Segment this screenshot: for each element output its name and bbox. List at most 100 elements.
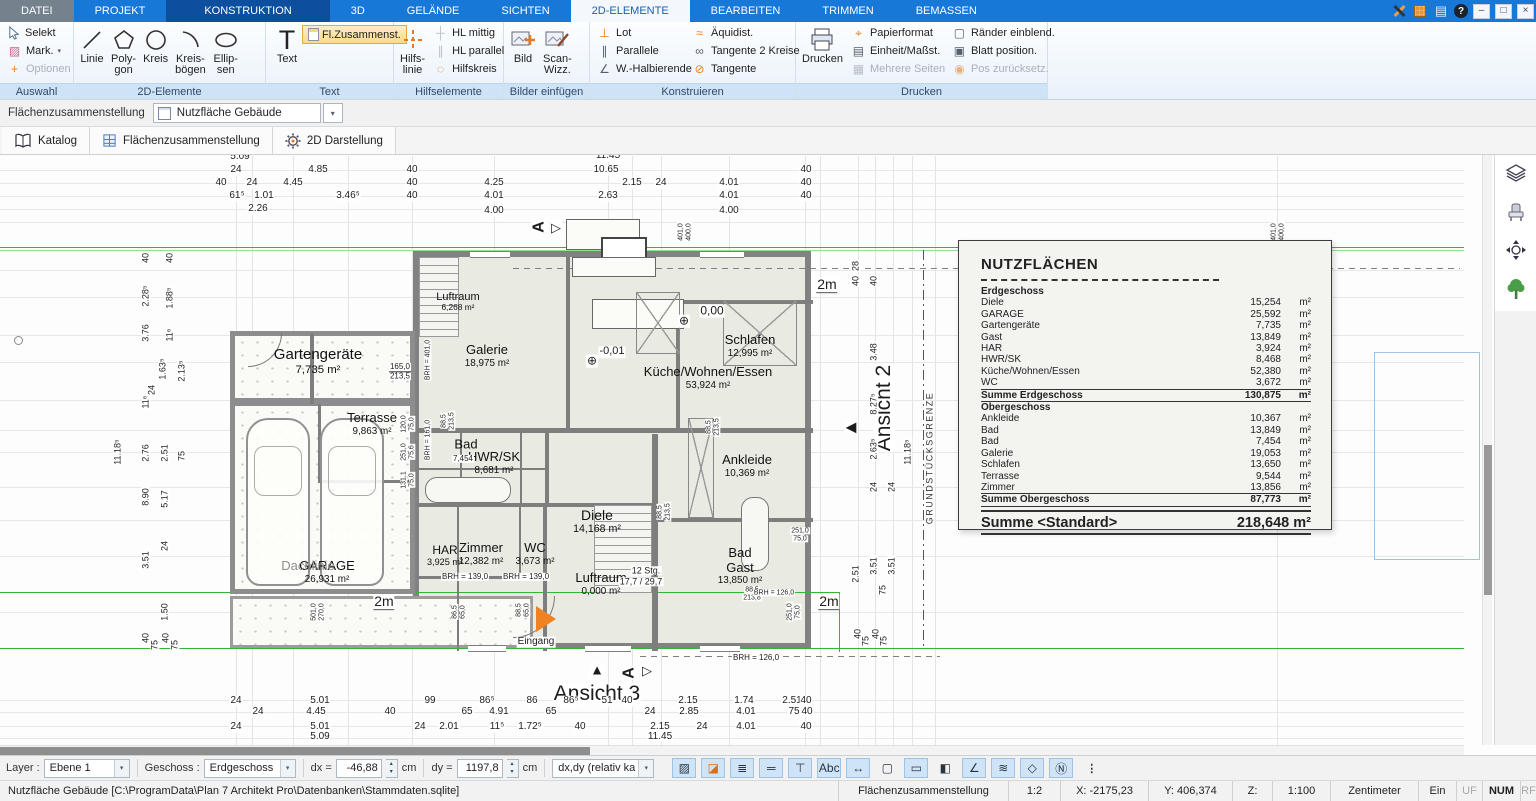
tab-katalog[interactable]: Katalog bbox=[2, 127, 90, 154]
papierformat-button[interactable]: ⌖Papierformat bbox=[848, 24, 946, 42]
selekt-button[interactable]: Selekt bbox=[4, 24, 59, 42]
tools-icon[interactable] bbox=[1391, 3, 1407, 19]
room-label: WC 3,673 m² bbox=[516, 541, 555, 567]
hscroll-thumb[interactable] bbox=[0, 747, 590, 755]
tree-icon[interactable] bbox=[1505, 277, 1527, 301]
equidistant-icon: ≈ bbox=[692, 26, 707, 40]
combo-dropdown-button[interactable]: ▾ bbox=[323, 103, 343, 123]
close-button[interactable]: × bbox=[1517, 4, 1534, 19]
polygon-button[interactable]: Poly- gon bbox=[109, 24, 138, 78]
nutzflaechen-row: HWR/SK 8,468 m² bbox=[981, 354, 1311, 365]
dimension-label: 65,0 bbox=[523, 602, 530, 618]
dimension-label: 51 bbox=[600, 696, 613, 707]
restore-button[interactable]: □ bbox=[1495, 4, 1512, 19]
ribbon-tab[interactable]: TRIMMEN bbox=[801, 0, 894, 22]
hl-parallel-button[interactable]: ∥HL parallel bbox=[430, 42, 507, 60]
status-toggle-icon[interactable]: ◧ bbox=[933, 758, 957, 778]
ribbon-tab[interactable]: DATEI bbox=[0, 0, 74, 22]
status-toggle-icon[interactable]: ◪ bbox=[701, 758, 725, 778]
tangente-button[interactable]: ⊘Tangente bbox=[689, 60, 797, 78]
horizontal-scrollbar[interactable] bbox=[0, 745, 1464, 755]
cursor-icon bbox=[7, 26, 21, 40]
ellipsen-button[interactable]: Ellip- sen bbox=[211, 24, 241, 78]
ribbon-tab[interactable]: KONSTRUKTION bbox=[166, 0, 329, 22]
status-toggle-icon[interactable]: ═ bbox=[759, 758, 783, 778]
kreis-button[interactable]: Kreis bbox=[141, 24, 170, 67]
ribbon-tab[interactable]: 2D-ELEMENTE bbox=[571, 0, 690, 22]
status-toggle-icon[interactable]: ≋ bbox=[991, 758, 1015, 778]
w-halbierende-button[interactable]: ∠W.-Halbierende bbox=[594, 60, 686, 78]
drucken-button[interactable]: Drucken bbox=[800, 24, 845, 67]
vertical-scrollbar[interactable] bbox=[1482, 155, 1492, 745]
ribbon-tab[interactable]: GELÄNDE bbox=[386, 0, 481, 22]
entrance-arrow-icon bbox=[536, 606, 556, 632]
scan-wizz-button[interactable]: Scan- Wizz. bbox=[541, 24, 574, 78]
group-konstruieren: ⊥Lot ∥Parallele ∠W.-Halbierende ≈Äquidis… bbox=[590, 22, 796, 99]
nutzflaeche-combo[interactable]: Nutzfläche Gebäude bbox=[153, 103, 321, 123]
book-icon bbox=[14, 133, 32, 149]
linie-button[interactable]: Linie bbox=[78, 24, 106, 67]
bild-button[interactable]: Bild bbox=[508, 24, 538, 67]
dimension-label: 1.01 bbox=[253, 191, 274, 202]
coord-mode-combo[interactable]: dx,dy (relativ ka ▾ bbox=[552, 759, 654, 778]
ribbon-tab[interactable]: SICHTEN bbox=[480, 0, 570, 22]
einheit-massstab-button[interactable]: ▤Einheit/Maßst. bbox=[848, 42, 946, 60]
ribbon-tab[interactable]: PROJEKT bbox=[74, 0, 167, 22]
nutzflaechen-table[interactable]: NUTZFLÄCHEN Erdgeschoss Diele 15,254 m² … bbox=[958, 240, 1332, 530]
raender-einblenden-button[interactable]: ▢Ränder einblend. bbox=[949, 24, 1053, 42]
dy-stepper[interactable]: ▴▾ bbox=[507, 759, 519, 778]
margins-icon: ▢ bbox=[952, 26, 967, 40]
tangente-2-kreise-button[interactable]: ∞Tangente 2 Kreise bbox=[689, 42, 797, 60]
dx-stepper[interactable]: ▴▾ bbox=[386, 759, 398, 778]
aequidist-button[interactable]: ≈Äquidist. bbox=[689, 24, 797, 42]
gear-icon bbox=[285, 133, 301, 149]
optionen-button[interactable]: + Optionen bbox=[4, 60, 74, 78]
move-pan-icon[interactable] bbox=[1504, 239, 1528, 261]
dimension-label: 28 bbox=[851, 260, 860, 272]
status-toggle-icon[interactable]: ▭ bbox=[904, 758, 928, 778]
kreisboegen-button[interactable]: Kreis- bögen bbox=[173, 24, 208, 78]
fl-zusammenst-button[interactable]: Fl.Zusammenst. bbox=[302, 25, 407, 44]
layer-combo[interactable]: Ebene 1 ▾ bbox=[44, 759, 130, 778]
dimension-label: 501,0 bbox=[310, 602, 317, 622]
status-toggle-icon[interactable]: ↔ bbox=[846, 758, 870, 778]
status-toggle-icon[interactable]: ▢ bbox=[875, 758, 899, 778]
tab-flaechenzusammenstellung[interactable]: Flächenzusammenstellung bbox=[90, 127, 273, 154]
components-icon[interactable] bbox=[1414, 5, 1426, 17]
status-toggle-icon[interactable]: ≣ bbox=[730, 758, 754, 778]
text-button[interactable]: T Text bbox=[270, 24, 304, 67]
more-options-icon[interactable]: ⋮ bbox=[1086, 762, 1097, 775]
status-toggle-icon[interactable]: Abc bbox=[817, 758, 841, 778]
geschoss-combo[interactable]: Erdgeschoss ▾ bbox=[204, 759, 296, 778]
hilfslinie-button[interactable]: Hilfs- linie bbox=[398, 24, 427, 78]
parallele-button[interactable]: ∥Parallele bbox=[594, 42, 686, 60]
hl-mittig-button[interactable]: ┼HL mittig bbox=[430, 24, 507, 42]
pos-zuruecksetzen-button[interactable]: ◉Pos zurücksetz. bbox=[949, 60, 1053, 78]
lot-button[interactable]: ⊥Lot bbox=[594, 24, 686, 42]
vscroll-thumb[interactable] bbox=[1484, 445, 1492, 595]
dy-input[interactable]: 1197,8 bbox=[457, 759, 503, 778]
dx-input[interactable]: -46,88 bbox=[336, 759, 382, 778]
ribbon-tab[interactable]: BEARBEITEN bbox=[690, 0, 802, 22]
mehrere-seiten-button[interactable]: ▦Mehrere Seiten bbox=[848, 60, 946, 78]
ribbon-tab[interactable]: BEMASSEN bbox=[895, 0, 998, 22]
status-toggle-icon[interactable]: ▨ bbox=[672, 758, 696, 778]
nutzflaechen-row: Summe Obergeschoss 87,773 m² bbox=[981, 493, 1311, 506]
quick-print-icon[interactable]: ▤ bbox=[1433, 3, 1449, 19]
active-catalog-path: Nutzfläche Gebäude [C:\ProgramData\Plan … bbox=[0, 785, 459, 797]
furniture-icon[interactable] bbox=[1504, 201, 1528, 223]
status-toggle-icon[interactable]: ◇ bbox=[1020, 758, 1044, 778]
status-toggle-icon[interactable]: ∠ bbox=[962, 758, 986, 778]
blatt-position-button[interactable]: ▣Blatt position. bbox=[949, 42, 1053, 60]
dimension-label: 2.26 bbox=[247, 204, 268, 215]
minimize-button[interactable]: – bbox=[1473, 4, 1490, 19]
dimension-label: 88,5 bbox=[440, 413, 447, 429]
mark-button[interactable]: ▨ Mark. ▾ bbox=[4, 42, 64, 60]
tab-2d-darstellung[interactable]: 2D Darstellung bbox=[273, 127, 396, 154]
ribbon-tab[interactable]: 3D bbox=[330, 0, 386, 22]
status-toggle-icon[interactable]: Ⓝ bbox=[1049, 758, 1073, 778]
help-icon[interactable]: ? bbox=[1454, 4, 1468, 18]
status-toggle-icon[interactable]: ⊤ bbox=[788, 758, 812, 778]
layers-icon[interactable] bbox=[1504, 163, 1528, 185]
hilfskreis-button[interactable]: ◌Hilfskreis bbox=[430, 60, 507, 78]
